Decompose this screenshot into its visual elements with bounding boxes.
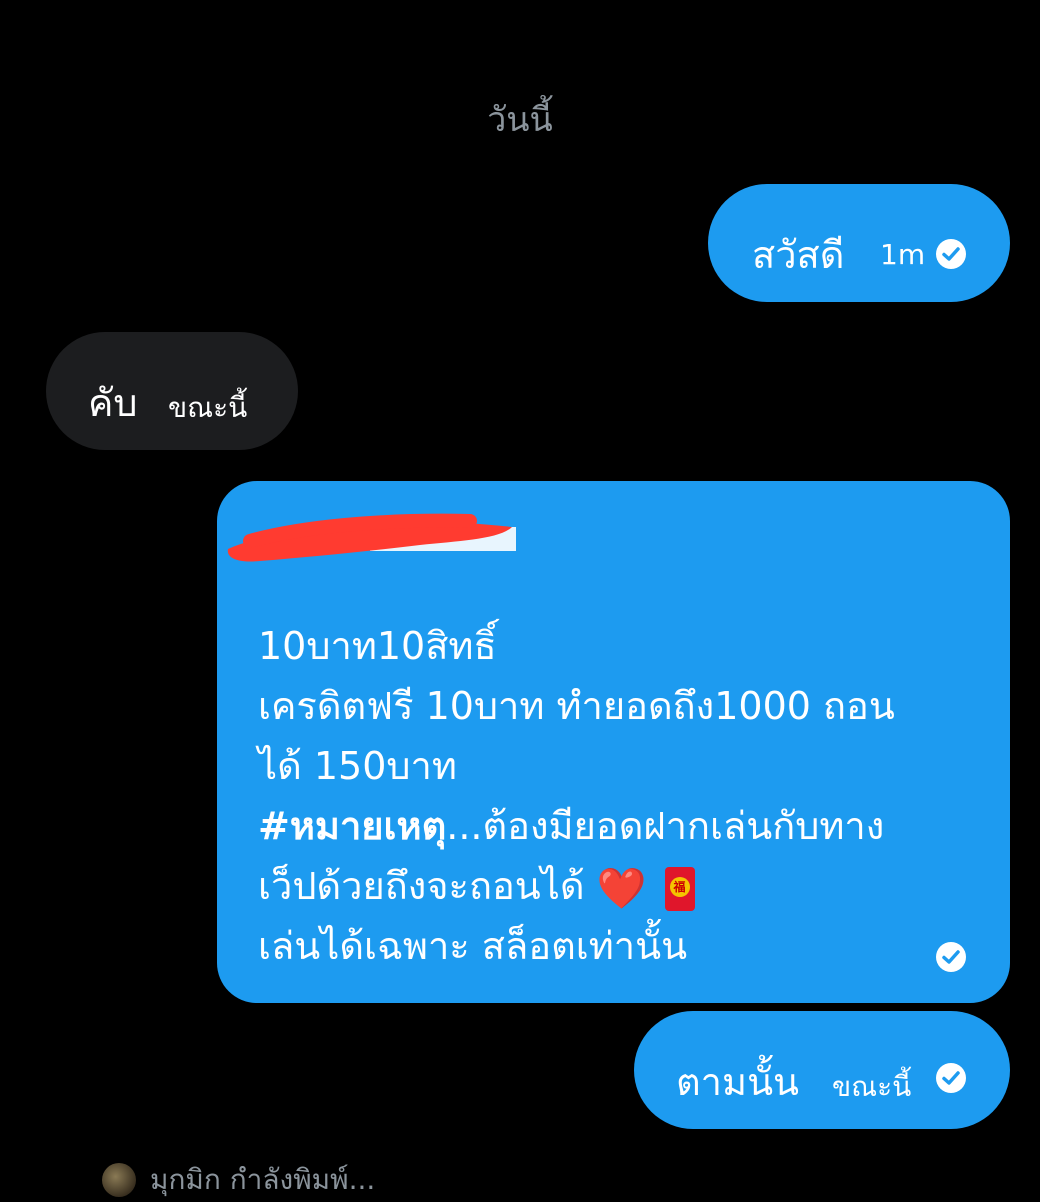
message-line: เครดิตฟรี 10บาท ทำยอดถึง1000 ถอน (258, 684, 895, 728)
message-line: 10บาท10สิทธิ์ (258, 624, 497, 668)
message-line: เว็ปด้วยถึงจะถอนได้ ❤️ 福 (258, 856, 998, 916)
hashtag-link[interactable]: #หมายเหตุ (258, 804, 446, 848)
message-text: เว็ปด้วยถึงจะถอนได้ (258, 864, 585, 908)
date-separator: วันนี้ (487, 100, 553, 140)
read-check-icon (936, 239, 966, 269)
typing-indicator: มุกมิก กำลังพิมพ์... (102, 1160, 375, 1200)
typing-text: มุกมิก กำลังพิมพ์... (150, 1163, 376, 1196)
message-time: 1m (880, 238, 926, 271)
avatar (102, 1163, 136, 1197)
redaction-scribble (227, 513, 516, 562)
message-time: ขณะนี้ (168, 391, 248, 424)
message-bubble-incoming[interactable]: คับ ขณะนี้ (46, 332, 298, 450)
message-text: สวัสดี (752, 233, 845, 277)
message-bubble-outgoing[interactable]: ตามนั้น ขณะนี้ (634, 1011, 1010, 1129)
heart-emoji-icon: ❤️ (596, 865, 647, 912)
message-line: #หมายเหตุ...ต้องมียอดฝากเล่นกับทาง (258, 796, 998, 856)
message-text: ตามนั้น (676, 1060, 800, 1104)
message-line: ได้ 150บาท (258, 744, 457, 788)
message-text: คับ (88, 381, 138, 425)
message-time: ขณะนี้ (832, 1070, 912, 1103)
message-text: ...ต้องมียอดฝากเล่นกับทาง (446, 804, 885, 848)
read-check-icon (936, 1063, 966, 1093)
message-bubble-outgoing[interactable]: สวัสดี 1m (708, 184, 1010, 302)
message-body: 10บาท10สิทธิ์ เครดิตฟรี 10บาท ทำยอดถึง10… (258, 616, 998, 976)
message-line: เล่นได้เฉพาะ สล็อตเท่านั้น (258, 924, 688, 968)
red-envelope-emoji-icon: 福 (664, 866, 695, 911)
